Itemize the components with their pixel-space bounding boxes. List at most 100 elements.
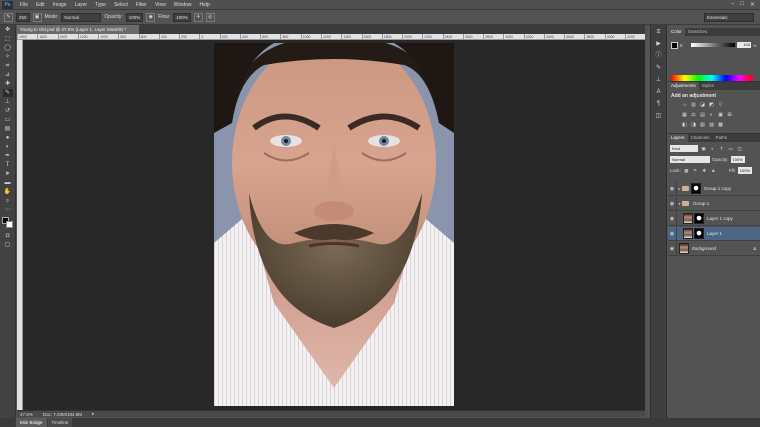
minimize-button[interactable]: – [731, 1, 734, 8]
opacity-field[interactable]: 100% [125, 12, 144, 22]
crop-tool-icon[interactable]: ⌗ [3, 62, 13, 70]
lock-all-icon[interactable]: 🔒︎ [710, 167, 717, 174]
brush-tool-preset-icon[interactable]: ✎ [4, 12, 13, 22]
gradient-tool-icon[interactable]: ▤ [3, 125, 13, 133]
brightness-contrast-icon[interactable]: ☼ [681, 102, 688, 109]
quick-mask-icon[interactable]: ◘ [3, 232, 13, 240]
shape-tool-icon[interactable]: ▬ [3, 179, 13, 187]
marquee-tool-icon[interactable]: ⬚ [3, 35, 13, 43]
color-lookup-icon[interactable]: ⊞ [726, 112, 733, 119]
zoom-level[interactable]: 47.5% [20, 412, 33, 417]
pressure-size-icon[interactable]: ◎ [205, 12, 215, 22]
layer-opacity-field[interactable]: 100% [730, 156, 745, 163]
eraser-tool-icon[interactable]: ▭ [3, 116, 13, 124]
layer-mask-thumbnail[interactable] [694, 228, 704, 239]
document-photo[interactable] [214, 43, 454, 406]
layer-name[interactable]: Layer 1 [707, 231, 722, 236]
tab-mini-bridge[interactable]: Mini Bridge [16, 418, 47, 427]
levels-icon[interactable]: ▥ [690, 102, 697, 109]
menu-file[interactable]: File [16, 2, 32, 8]
document-tab[interactable]: Young to Old.psd @ 47.5% (Layer 1, Layer… [17, 25, 139, 34]
layer-row-layer-1-copy[interactable]: ◉ Layer 1 copy [668, 211, 760, 226]
history-panel-icon[interactable]: ⧖ [654, 28, 664, 37]
lock-transparent-icon[interactable]: ▦ [683, 167, 690, 174]
clone-stamp-tool-icon[interactable]: ⊥ [3, 98, 13, 106]
actions-panel-icon[interactable]: ▶ [654, 40, 664, 49]
pressure-opacity-icon[interactable]: ◉ [146, 12, 156, 22]
path-selection-tool-icon[interactable]: ➤ [3, 170, 13, 178]
healing-brush-tool-icon[interactable]: ✚ [3, 80, 13, 88]
layer-name[interactable]: Background [692, 246, 716, 251]
close-button[interactable]: ✕ [750, 1, 755, 8]
tab-adjustments[interactable]: Adjustments [668, 82, 699, 90]
tab-timeline[interactable]: Timeline [47, 418, 73, 427]
posterize-icon[interactable]: ◨ [690, 122, 697, 129]
brush-panel-toggle-icon[interactable]: ▣ [32, 12, 42, 22]
menu-help[interactable]: Help [196, 2, 214, 8]
navigator-panel-icon[interactable]: ◫ [654, 112, 664, 121]
layer-row-group-1[interactable]: ◉ ▾ Group 1 [668, 196, 760, 211]
background-color-swatch[interactable] [5, 221, 13, 228]
paragraph-panel-icon[interactable]: ¶ [654, 100, 664, 109]
k-channel-slider[interactable] [691, 43, 736, 47]
filter-type-icon[interactable]: T [718, 145, 725, 152]
layer-mask-thumbnail[interactable] [694, 213, 704, 224]
screen-mode-icon[interactable]: ▢ [3, 241, 13, 249]
filter-adjustment-icon[interactable]: ◐ [709, 145, 716, 152]
zoom-tool-icon[interactable]: ⌕ [3, 197, 13, 205]
layer-name[interactable]: Group 1 copy [704, 186, 731, 191]
type-tool-icon[interactable]: T [3, 161, 13, 169]
layer-name[interactable]: Layer 1 copy [707, 216, 733, 221]
maximize-button[interactable]: □ [740, 1, 744, 8]
filter-smart-object-icon[interactable]: ◫ [736, 145, 743, 152]
menu-image[interactable]: Image [49, 2, 71, 8]
selective-color-icon[interactable]: ▨ [708, 122, 715, 129]
tab-swatches[interactable]: Swatches [685, 28, 711, 36]
color-panel-foreground-swatch[interactable] [671, 41, 678, 49]
filter-shape-icon[interactable]: ▭ [727, 145, 734, 152]
pen-tool-icon[interactable]: ✒ [3, 152, 13, 160]
brush-presets-icon[interactable]: ✎ [654, 64, 664, 73]
lock-position-icon[interactable]: ✥ [701, 167, 708, 174]
menu-filter[interactable]: Filter [132, 2, 151, 8]
airbrush-icon[interactable]: ✈ [193, 12, 203, 22]
hand-tool-icon[interactable]: ✋ [3, 188, 13, 196]
k-channel-value[interactable]: 100 [737, 42, 752, 48]
fill-field[interactable]: 100% [737, 167, 752, 174]
quick-select-tool-icon[interactable]: ✧ [3, 53, 13, 61]
layer-row-background[interactable]: ◉ Background 🔒︎ [668, 241, 760, 256]
invert-icon[interactable]: ◧ [681, 122, 688, 129]
threshold-icon[interactable]: ▧ [699, 122, 706, 129]
mode-select[interactable]: Normal [61, 12, 102, 22]
lasso-tool-icon[interactable]: ◯ [3, 44, 13, 52]
menu-view[interactable]: View [151, 2, 170, 8]
brush-size-field[interactable]: 250 [16, 12, 30, 22]
vibrance-icon[interactable]: ▽ [717, 102, 724, 109]
brush-tool-icon[interactable]: ✎ [2, 89, 13, 97]
visibility-eye-icon[interactable]: ◉ [668, 181, 677, 196]
menu-layer[interactable]: Layer [71, 2, 92, 8]
tab-styles[interactable]: Styles [699, 82, 717, 90]
gradient-map-icon[interactable]: ▩ [717, 122, 724, 129]
layer-row-layer-1[interactable]: ◉ Layer 1 [668, 226, 760, 241]
layer-filter-kind-select[interactable]: Kind [670, 145, 698, 152]
history-brush-tool-icon[interactable]: ↺ [3, 107, 13, 115]
hue-saturation-icon[interactable]: ▦ [681, 112, 688, 119]
visibility-eye-icon[interactable]: ◉ [668, 196, 677, 211]
blur-tool-icon[interactable]: ● [3, 134, 13, 142]
tab-channels[interactable]: Channels [688, 134, 713, 142]
layer-thumbnail[interactable] [683, 228, 693, 239]
tab-color[interactable]: Color [668, 28, 685, 36]
move-tool-icon[interactable]: ✥ [3, 26, 13, 34]
dodge-tool-icon[interactable]: ◐ [3, 143, 13, 151]
visibility-eye-icon[interactable]: ◉ [668, 211, 677, 226]
menu-edit[interactable]: Edit [32, 2, 49, 8]
filter-pixel-icon[interactable]: ▣ [700, 145, 707, 152]
photo-filter-icon[interactable]: ◐ [708, 112, 715, 119]
flow-field[interactable]: 100% [173, 12, 191, 22]
black-white-icon[interactable]: ▤ [699, 112, 706, 119]
status-menu-arrow-icon[interactable]: ▸ [92, 411, 94, 417]
layer-name[interactable]: Group 1 [693, 201, 709, 206]
exposure-icon[interactable]: ◩ [708, 102, 715, 109]
menu-select[interactable]: Select [110, 2, 132, 8]
